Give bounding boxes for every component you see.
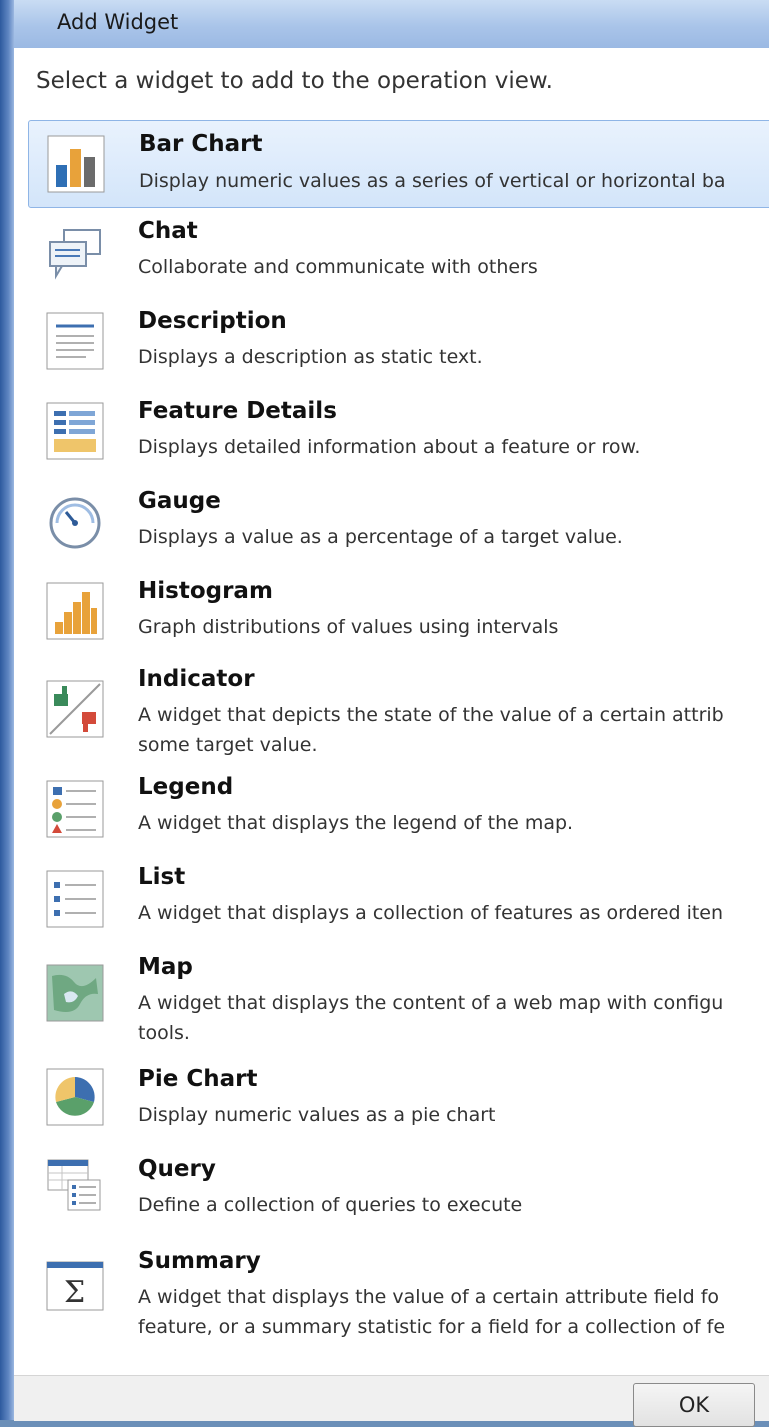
widget-title: Bar Chart	[139, 131, 263, 157]
widget-item-histogram[interactable]: Histogram Graph distributions of values …	[28, 570, 769, 658]
widget-description: A widget that displays the value of a ce…	[138, 1286, 720, 1308]
widget-description: Display numeric values as a pie chart	[138, 1104, 496, 1126]
title-bar[interactable]: Add Widget	[14, 0, 769, 49]
list-icon	[46, 870, 104, 928]
ok-button[interactable]: OK	[633, 1383, 755, 1427]
widget-item-pie-chart[interactable]: Pie Chart Display numeric values as a pi…	[28, 1058, 769, 1146]
query-icon	[46, 1156, 104, 1214]
widget-item-list[interactable]: List A widget that displays a collection…	[28, 860, 769, 948]
add-widget-window: Add Widget Select a widget to add to the…	[0, 0, 769, 1427]
widget-title: List	[138, 864, 186, 890]
widget-title: Summary	[138, 1248, 261, 1274]
widget-item-summary[interactable]: Σ Summary A widget that displays the val…	[28, 1238, 769, 1346]
widget-description: Graph distributions of values using inte…	[138, 616, 559, 638]
widget-title: Histogram	[138, 578, 273, 604]
widget-title: Feature Details	[138, 398, 337, 424]
widget-title: Pie Chart	[138, 1066, 258, 1092]
window-frame-left	[0, 0, 14, 1420]
widget-description: Display numeric values as a series of ve…	[139, 170, 726, 192]
window-title: Add Widget	[57, 10, 179, 34]
widget-title: Query	[138, 1156, 216, 1182]
legend-icon	[46, 780, 104, 838]
instruction-text: Select a widget to add to the operation …	[36, 68, 553, 94]
widget-item-bar-chart[interactable]: Bar Chart Display numeric values as a se…	[28, 120, 769, 208]
map-icon	[46, 964, 104, 1022]
widget-description-line-2: feature, or a summary statistic for a fi…	[138, 1316, 726, 1338]
chat-icon	[46, 224, 104, 282]
indicator-icon	[46, 680, 104, 738]
dialog-body: Select a widget to add to the operation …	[14, 48, 769, 1375]
widget-description: A widget that displays a collection of f…	[138, 902, 724, 924]
widget-list[interactable]: Bar Chart Display numeric values as a se…	[28, 118, 769, 1346]
widget-item-chat[interactable]: Chat Collaborate and communicate with ot…	[28, 210, 769, 298]
description-icon	[46, 312, 104, 370]
widget-item-gauge[interactable]: Gauge Displays a value as a percentage o…	[28, 480, 769, 568]
widget-item-feature-details[interactable]: Feature Details Displays detailed inform…	[28, 390, 769, 478]
feature-details-icon	[46, 402, 104, 460]
widget-title: Chat	[138, 218, 198, 244]
widget-description: Collaborate and communicate with others	[138, 256, 538, 278]
dialog-footer: OK	[14, 1375, 769, 1427]
widget-title: Gauge	[138, 488, 221, 514]
widget-item-description[interactable]: Description Displays a description as st…	[28, 300, 769, 388]
widget-title: Indicator	[138, 666, 255, 692]
gauge-icon	[46, 492, 104, 550]
widget-item-legend[interactable]: Legend A widget that displays the legend…	[28, 770, 769, 858]
summary-icon: Σ	[46, 1258, 104, 1316]
widget-description: A widget that displays the legend of the…	[138, 812, 574, 834]
histogram-icon	[46, 582, 104, 640]
widget-title: Map	[138, 954, 193, 980]
widget-item-map[interactable]: Map A widget that displays the content o…	[28, 950, 769, 1060]
widget-description: Displays a value as a percentage of a ta…	[138, 526, 623, 548]
bar-chart-icon	[47, 135, 105, 193]
pie-chart-icon	[46, 1068, 104, 1126]
widget-description-line-2: tools.	[138, 1022, 190, 1044]
widget-item-query[interactable]: Query Define a collection of queries to …	[28, 1148, 769, 1236]
widget-item-indicator[interactable]: Indicator A widget that depicts the stat…	[28, 660, 769, 770]
widget-description: Define a collection of queries to execut…	[138, 1194, 523, 1216]
widget-description: Displays a description as static text.	[138, 346, 483, 368]
widget-description: Displays detailed information about a fe…	[138, 436, 641, 458]
widget-description: A widget that depicts the state of the v…	[138, 704, 724, 726]
widget-description-line-2: some target value.	[138, 734, 318, 756]
widget-description: A widget that displays the content of a …	[138, 992, 724, 1014]
widget-title: Description	[138, 308, 287, 334]
widget-title: Legend	[138, 774, 234, 800]
svg-text:Σ: Σ	[64, 1275, 85, 1310]
